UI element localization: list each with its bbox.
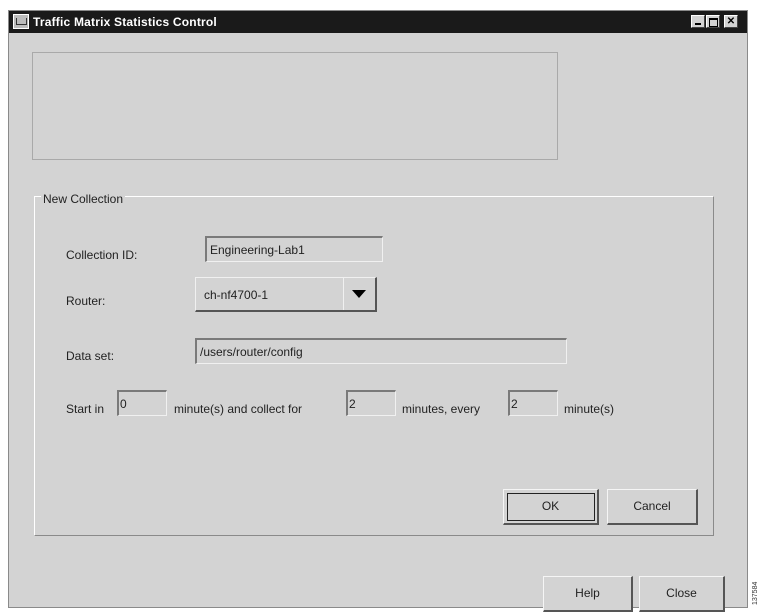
chevron-down-icon xyxy=(352,290,366,298)
window-title: Traffic Matrix Statistics Control xyxy=(33,15,217,29)
minimize-icon[interactable] xyxy=(691,15,705,28)
ok-button[interactable]: OK xyxy=(503,489,599,525)
router-dropdown-button[interactable] xyxy=(343,278,375,310)
maximize-icon[interactable] xyxy=(706,15,720,28)
help-button[interactable]: Help xyxy=(543,576,633,612)
every-field[interactable]: 2 xyxy=(508,390,558,416)
window-menu-icon[interactable] xyxy=(13,14,29,29)
collection-id-field[interactable]: Engineering-Lab1 xyxy=(205,236,383,262)
collection-id-label: Collection ID: xyxy=(66,248,138,262)
close-button[interactable]: Close xyxy=(639,576,725,612)
cancel-button[interactable]: Cancel xyxy=(607,489,698,525)
title-bar[interactable]: Traffic Matrix Statistics Control ✕ xyxy=(9,11,747,33)
start-in-field[interactable]: 0 xyxy=(117,390,167,416)
group-legend: New Collection xyxy=(41,192,126,206)
data-set-label: Data set: xyxy=(66,349,115,363)
start-in-label: Start in xyxy=(66,402,105,416)
router-select-value: ch-nf4700-1 xyxy=(204,288,269,302)
figure-number: 137584 xyxy=(752,581,759,605)
collect-for-field[interactable]: 2 xyxy=(346,390,396,416)
router-select[interactable]: ch-nf4700-1 xyxy=(195,277,377,312)
collect-for-label: minute(s) and collect for xyxy=(174,402,303,416)
minutes-unit-label: minute(s) xyxy=(564,402,615,416)
top-panel xyxy=(32,52,558,160)
close-icon[interactable]: ✕ xyxy=(724,15,738,28)
data-set-field[interactable]: /users/router/config xyxy=(195,338,567,364)
router-label: Router: xyxy=(66,294,106,308)
every-label: minutes, every xyxy=(402,402,481,416)
